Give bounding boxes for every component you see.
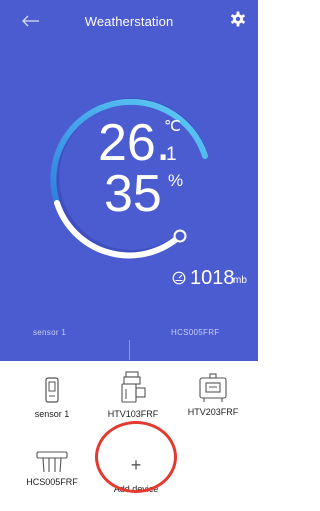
device-label: HTV203FRF [187, 407, 239, 417]
device-htv203frf[interactable]: HTV203FRF [178, 373, 248, 417]
tab-divider [129, 340, 130, 360]
device-htv103frf[interactable]: HTV103FRF [98, 371, 168, 419]
device-sensor-1[interactable]: sensor 1 [17, 377, 87, 419]
radiator-valve-icon [121, 371, 146, 403]
device-label: HTV103FRF [107, 409, 159, 419]
gauge-knob [173, 229, 187, 243]
tab-sensor-1[interactable]: sensor 1 [33, 328, 66, 337]
pressure-unit: mb [233, 275, 247, 286]
humidity-unit: % [168, 171, 184, 190]
device-hcs005frf[interactable]: HCS005FRF [17, 451, 87, 487]
temperature-value: 26. [98, 114, 171, 172]
weather-panel: Weatherstation 26. ℃ 1 35 % 1018 mb sens… [0, 0, 258, 361]
page-title: Weatherstation [84, 14, 174, 29]
humidity-value: 35 [104, 165, 162, 223]
sensor-tabs: sensor 1 HCS005FRF [0, 322, 258, 360]
thermostat-box-icon [199, 373, 227, 402]
soil-sensor-icon [36, 451, 68, 473]
highlight-circle-annotation [95, 421, 177, 493]
sensor-probe-icon [45, 377, 59, 403]
device-label: sensor 1 [34, 409, 70, 419]
temperature-decimal: 1 [166, 144, 177, 165]
pressure-value: 1018 [190, 267, 235, 289]
gauge-icon [172, 271, 186, 285]
header-bar: Weatherstation [0, 0, 258, 40]
gear-icon[interactable] [230, 11, 246, 27]
app-root: Weatherstation 26. ℃ 1 35 % 1018 mb sens… [0, 0, 258, 511]
device-label: HCS005FRF [26, 477, 78, 487]
temperature-unit: ℃ [164, 118, 181, 135]
tab-hcs005frf[interactable]: HCS005FRF [171, 328, 220, 337]
